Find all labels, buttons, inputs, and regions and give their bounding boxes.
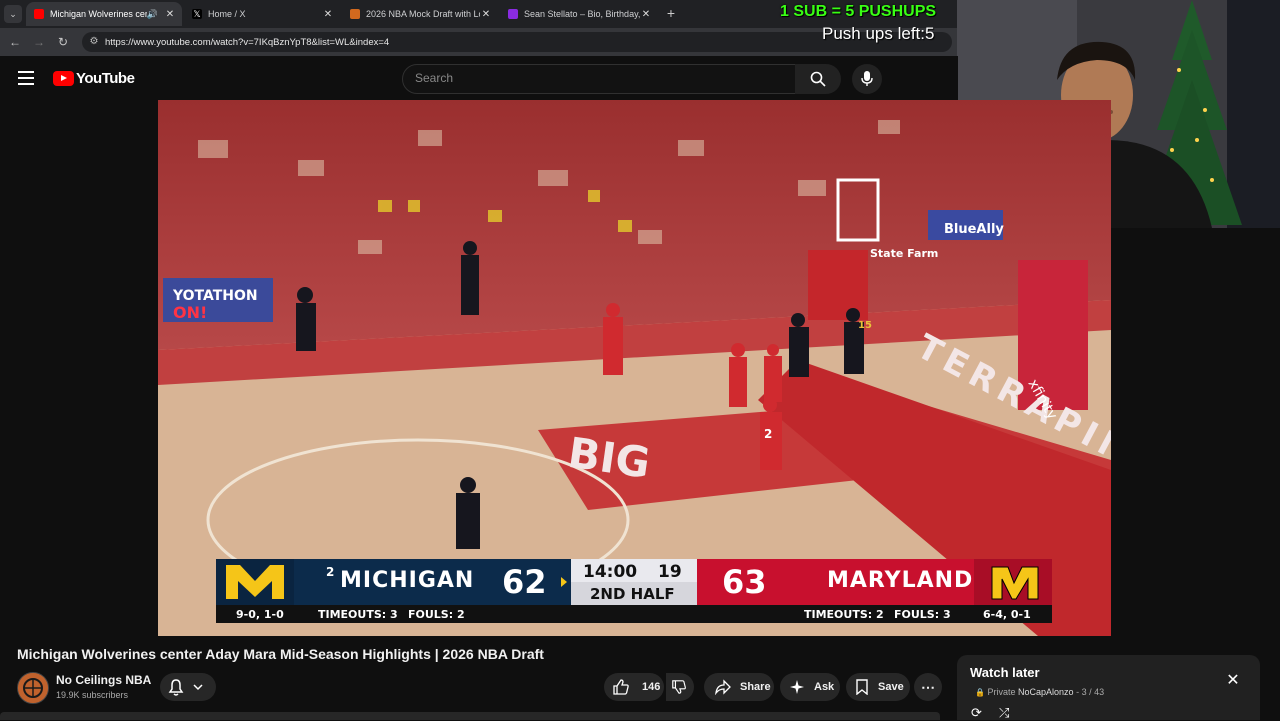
away-score: 63 xyxy=(722,563,767,601)
browser-tab-youtube[interactable]: Michigan Wolverines cente 🔊 ✕ xyxy=(26,2,182,26)
more-horizontal-icon: ⋯ xyxy=(921,678,935,695)
away-team-name: MARYLAND xyxy=(827,568,974,593)
home-score: 62 xyxy=(502,563,547,601)
home-team-name: MICHIGAN xyxy=(340,568,475,593)
reload-icon[interactable]: ↻ xyxy=(56,35,70,49)
close-tab-icon[interactable]: ✕ xyxy=(164,9,176,20)
youtube-logo-text[interactable]: YouTube xyxy=(76,70,135,87)
site-settings-icon[interactable]: ⚙ xyxy=(88,36,100,48)
playlist-owner[interactable]: NoCapAlonzo xyxy=(1018,687,1074,697)
close-tab-icon[interactable]: ✕ xyxy=(480,9,492,20)
playlist-privacy: Private xyxy=(987,687,1016,697)
microphone-icon xyxy=(861,71,873,86)
bell-icon xyxy=(168,679,184,696)
youtube-logo-icon[interactable] xyxy=(53,71,74,86)
bio-favicon-icon xyxy=(508,9,518,19)
ask-label: Ask xyxy=(814,681,835,693)
thumbs-up-icon xyxy=(613,679,629,695)
chevron-down-icon xyxy=(193,684,203,691)
tab-title: Home / X xyxy=(208,9,246,19)
away-fouls: FOULS: 3 xyxy=(894,608,951,621)
save-button[interactable]: Save xyxy=(846,673,910,701)
sparkle-icon xyxy=(790,680,804,694)
youtube-favicon-icon xyxy=(34,9,44,19)
like-count: 146 xyxy=(642,681,661,693)
channel-name[interactable]: No Ceilings NBA xyxy=(56,673,151,687)
search-icon xyxy=(810,71,826,87)
tab-title: Sean Stellato – Bio, Birthday, Ag xyxy=(524,9,640,19)
loop-icon[interactable]: ⟳ xyxy=(971,705,987,720)
court-ad-yotathon: YOTATHON xyxy=(172,288,258,304)
tab-list-chevron-icon[interactable]: ⌄ xyxy=(4,5,22,23)
home-record: 9-0, 1-0 xyxy=(236,608,284,621)
close-icon[interactable]: ✕ xyxy=(1226,673,1240,689)
forward-arrow-icon[interactable]: → xyxy=(32,35,46,49)
tab-title: Michigan Wolverines cente xyxy=(50,9,147,19)
jersey-number-2: 2 xyxy=(764,427,772,441)
playlist-meta: 🔒 Private NoCapAlonzo - 3 / 43 xyxy=(975,687,1105,697)
search-input[interactable] xyxy=(415,71,775,85)
game-scoreboard: 2 MICHIGAN 62 14:00 19 2ND HALF 63 MARYL… xyxy=(216,559,1052,623)
channel-avatar[interactable] xyxy=(17,672,49,704)
dislike-button[interactable] xyxy=(666,673,694,701)
pushups-challenge-text: 1 SUB = 5 PUSHUPS xyxy=(780,3,937,20)
mock-draft-favicon-icon xyxy=(350,9,360,19)
bookmark-icon xyxy=(856,679,868,695)
share-label: Share xyxy=(740,681,771,693)
video-title: Michigan Wolverines center Aday Mara Mid… xyxy=(17,646,544,662)
jersey-number-15: 15 xyxy=(858,320,872,331)
close-tab-icon[interactable]: ✕ xyxy=(640,9,652,20)
playlist-position: 3 / 43 xyxy=(1081,687,1105,697)
game-period: 2ND HALF xyxy=(590,585,675,603)
search-box[interactable] xyxy=(402,64,796,94)
share-button[interactable]: Share xyxy=(704,673,774,701)
subscription-bell-button[interactable] xyxy=(160,673,216,701)
thumbs-down-icon xyxy=(672,680,686,694)
home-rank: 2 xyxy=(326,565,335,579)
shot-clock: 19 xyxy=(658,562,682,582)
home-timeouts: TIMEOUTS: 3 xyxy=(318,608,398,621)
url-text[interactable]: https://www.youtube.com/watch?v=7IKqBznY… xyxy=(105,37,389,48)
shuffle-icon[interactable]: ⤮ xyxy=(999,705,1015,720)
description-box-edge xyxy=(0,712,940,720)
save-label: Save xyxy=(878,681,904,693)
statefarm-banner: State Farm xyxy=(870,247,938,260)
new-tab-plus-icon[interactable]: + xyxy=(664,6,678,20)
close-tab-icon[interactable]: ✕ xyxy=(322,9,334,20)
court-ad-on: ON! xyxy=(173,303,207,322)
browser-tab-sean-stellato[interactable]: Sean Stellato – Bio, Birthday, Ag ✕ xyxy=(500,2,658,26)
browser-tab-x[interactable]: 𝕏 Home / X ✕ xyxy=(184,2,340,26)
search-button[interactable] xyxy=(795,64,841,94)
lock-icon: 🔒 xyxy=(975,688,985,697)
tab-title: 2026 NBA Mock Draft with Lott xyxy=(366,9,480,19)
hamburger-menu-icon[interactable] xyxy=(18,71,34,85)
share-icon xyxy=(715,679,731,695)
blueally-banner: BlueAlly xyxy=(944,222,1004,237)
ask-button[interactable]: Ask xyxy=(780,673,840,701)
playlist-title[interactable]: Watch later xyxy=(970,665,1040,680)
speaker-icon[interactable]: 🔊 xyxy=(147,9,158,20)
browser-tab-mock-draft[interactable]: 2026 NBA Mock Draft with Lott ✕ xyxy=(342,2,498,26)
back-arrow-icon[interactable]: ← xyxy=(8,35,22,49)
pushups-remaining-text: Push ups left:5 xyxy=(822,24,935,43)
away-timeouts: TIMEOUTS: 2 xyxy=(804,608,884,621)
video-player[interactable]: YOTATHON ON! BIG TERRAPIN State Farm Blu… xyxy=(158,100,1111,636)
away-record: 6-4, 0-1 xyxy=(983,608,1031,621)
voice-search-button[interactable] xyxy=(852,64,882,94)
subscriber-count: 19.9K subscribers xyxy=(56,690,129,700)
home-fouls: FOULS: 2 xyxy=(408,608,465,621)
x-favicon-icon: 𝕏 xyxy=(192,9,202,19)
like-button[interactable]: 146 xyxy=(604,673,664,701)
game-clock: 14:00 xyxy=(583,562,638,582)
more-actions-button[interactable]: ⋯ xyxy=(914,673,942,701)
